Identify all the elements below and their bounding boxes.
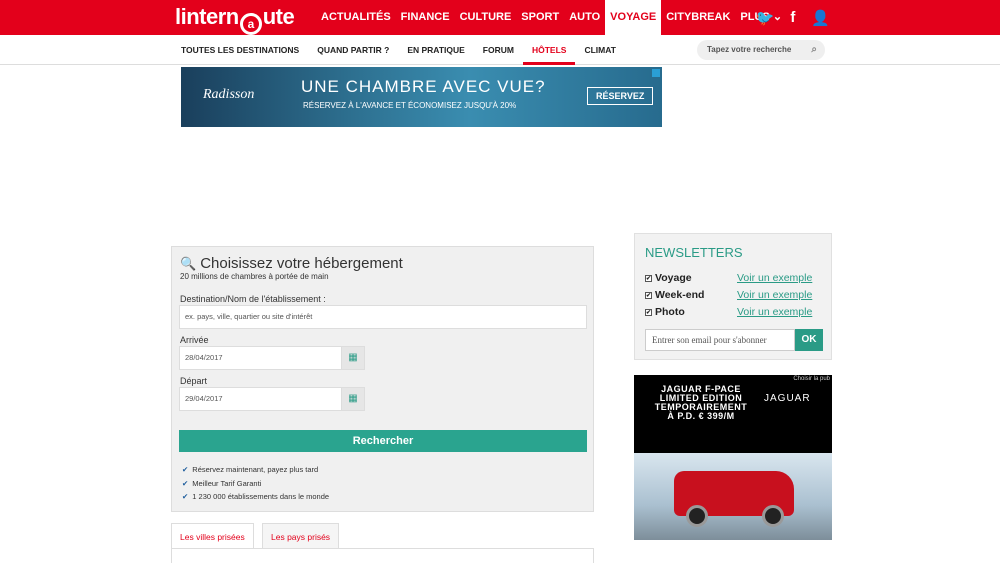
calendar-icon[interactable]: ▦ (341, 387, 365, 411)
ad-text: JAGUAR F-PACE LIMITED EDITION TEMPORAIREME… (654, 384, 748, 421)
wheel (686, 505, 708, 527)
benefit-item: ✔ 1 230 000 établissements dans le monde (182, 492, 330, 501)
banner-brand: Radisson (203, 87, 255, 102)
nav-auto[interactable]: AUTO (564, 0, 605, 35)
top-bar: lintern a ute ACTUALITÉS FINANCE CULTURE S… (0, 0, 1000, 35)
subnav-quand-partir[interactable]: QUAND PARTIR ? (308, 35, 398, 65)
check-icon: ✔ (182, 465, 189, 474)
newsletter-box: NEWSLETTERS ✔ Voyage Voir un exemple ✔ Wee… (634, 233, 832, 360)
main-nav: ACTUALITÉS FINANCE CULTURE SPORT AUTO VO… (316, 0, 787, 35)
jaguar-ad[interactable]: Choisir la pub JAGUAR F-PACE LIMITED EDIT… (634, 375, 832, 540)
newsletter-photo[interactable]: ✔ Photo (645, 306, 685, 318)
nav-sport[interactable]: SPORT (516, 0, 564, 35)
benefit-item: ✔ Meilleur Tarif Garanti (182, 479, 262, 488)
jaguar-logo: JAGUAR (764, 393, 811, 404)
newsletter-weekend[interactable]: ✔ Week-end (645, 289, 704, 301)
nav-voyage[interactable]: VOYAGE (605, 0, 662, 35)
email-field[interactable]: Entrer son email pour s'abonner (645, 329, 795, 351)
example-link[interactable]: Voir un exemple (737, 272, 812, 284)
ad-tag[interactable]: Choisir la pub (793, 376, 830, 382)
site-logo[interactable]: lintern a ute (175, 4, 295, 35)
checkbox[interactable]: ✔ (645, 275, 652, 282)
tab-pays[interactable]: Les pays prisés (262, 523, 340, 549)
departure-label: Départ (180, 376, 208, 386)
subnav-forum[interactable]: FORUM (474, 35, 523, 65)
subnav-climat[interactable]: CLIMAT (575, 35, 624, 65)
social-icons: 🐦 f 👤 (756, 0, 830, 35)
subnav-hotels[interactable]: HÔTELS (522, 35, 576, 65)
nav-actualites[interactable]: ACTUALITÉS (316, 0, 396, 35)
search-button[interactable]: Rechercher (179, 430, 587, 452)
destination-input[interactable]: ex. pays, ville, quartier ou site d'inté… (179, 305, 587, 329)
subnav-en-pratique[interactable]: EN PRATIQUE (398, 35, 473, 65)
banner-button[interactable]: RÉSERVEZ (587, 87, 654, 105)
arrival-input[interactable]: 28/04/2017 (179, 346, 342, 370)
example-link[interactable]: Voir un exemple (737, 306, 812, 318)
twitter-icon[interactable]: 🐦 (756, 9, 775, 27)
ad-choices-icon[interactable] (652, 69, 660, 77)
facebook-icon[interactable]: f (790, 9, 795, 26)
nav-culture[interactable]: CULTURE (455, 0, 517, 35)
checkbox[interactable]: ✔ (645, 309, 652, 316)
booking-subtitle: 20 millions de chambres à portée de main (180, 272, 329, 281)
check-icon: ✔ (182, 492, 189, 501)
newsletter-voyage[interactable]: ✔ Voyage (645, 272, 692, 284)
subscribe-button[interactable]: OK (795, 329, 823, 351)
user-icon[interactable]: 👤 (811, 9, 830, 27)
departure-input[interactable]: 29/04/2017 (179, 387, 342, 411)
tab-content (171, 548, 594, 563)
destination-label: Destination/Nom de l'établissement : (180, 294, 326, 304)
booking-panel: 🔍 Choisissez votre hébergement 20 million… (171, 246, 594, 512)
search-icon[interactable]: ⌕ (811, 40, 817, 60)
check-icon: ✔ (182, 479, 189, 488)
banner-subline: RÉSERVEZ À L'AVANCE ET ÉCONOMISEZ JUSQU'… (303, 101, 517, 110)
example-link[interactable]: Voir un exemple (737, 289, 812, 301)
newsletter-title: NEWSLETTERS (645, 245, 743, 260)
tab-villes[interactable]: Les villes prisées (171, 523, 254, 549)
sub-nav: TOUTES LES DESTINATIONS QUAND PARTIR ? E… (0, 35, 1000, 65)
banner-headline: UNE CHAMBRE AVEC VUE? (301, 77, 546, 96)
ad-banner[interactable]: Radisson UNE CHAMBRE AVEC VUE? RÉSERVEZ … (181, 67, 662, 127)
benefit-item: ✔ Réservez maintenant, payez plus tard (182, 465, 319, 474)
checkbox[interactable]: ✔ (645, 292, 652, 299)
wheel (762, 505, 784, 527)
search-icon: 🔍 (180, 256, 197, 271)
subnav-destinations[interactable]: TOUTES LES DESTINATIONS (172, 35, 308, 65)
nav-citybreak[interactable]: CITYBREAK (661, 0, 735, 35)
calendar-icon[interactable]: ▦ (341, 346, 365, 370)
search-input[interactable]: Tapez votre recherche ⌕ (697, 40, 825, 60)
arrival-label: Arrivée (180, 335, 209, 345)
nav-finance[interactable]: FINANCE (396, 0, 455, 35)
booking-title: 🔍 Choisissez votre hébergement (180, 255, 403, 272)
